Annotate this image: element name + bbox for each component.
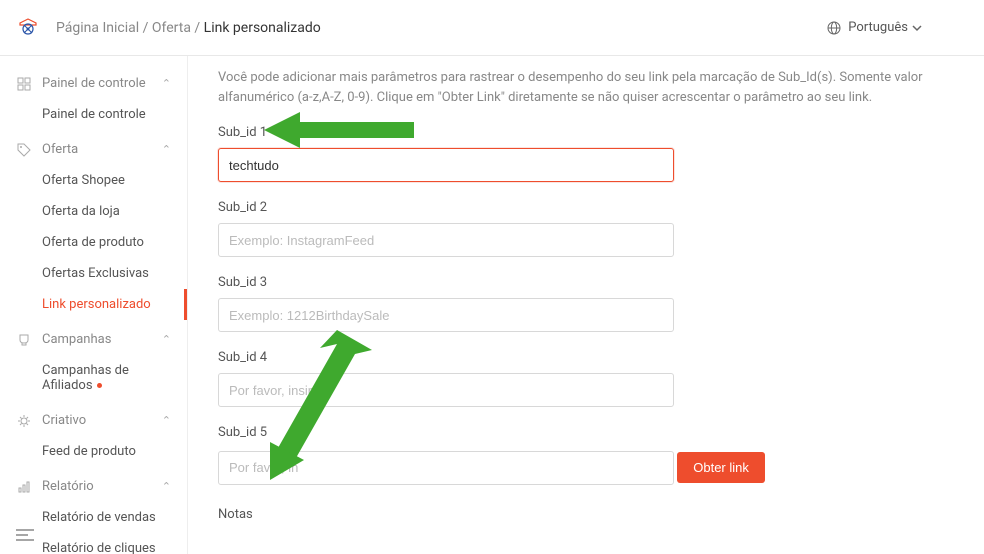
breadcrumb-current: Link personalizado [204,20,321,36]
subid4-input[interactable] [218,373,674,407]
breadcrumb: Página Inicial / Oferta / Link personali… [56,20,826,36]
subid5-label: Sub_id 5 [218,425,924,440]
nav-item-product-feed[interactable]: Feed de produto [0,436,187,467]
app-logo [16,16,40,40]
nav-item-custom-link[interactable]: Link personalizado [0,289,187,320]
notification-dot-icon [97,383,102,388]
dashboard-icon [16,77,32,91]
description-text: Você pode adicionar mais parâmetros para… [218,68,924,107]
nav-group-dashboard[interactable]: Painel de controle ⌃ [0,68,187,99]
language-selector[interactable]: Português [826,20,928,36]
chevron-up-icon: ⌃ [162,143,171,156]
sidebar: Painel de controle ⌃ Painel de controle … [0,56,188,554]
nav-group-creative[interactable]: Criativo ⌃ [0,405,187,436]
main-content: Você pode adicionar mais parâmetros para… [188,56,984,554]
nav-item-offer-exclusive[interactable]: Ofertas Exclusivas [0,258,187,289]
subid1-label: Sub_id 1 [218,125,924,140]
breadcrumb-home[interactable]: Página Inicial [56,20,139,36]
gear-icon [16,414,32,428]
nav-item-affiliate-campaigns[interactable]: Campanhas de Afiliados [0,355,187,401]
subid5-input[interactable] [218,451,674,485]
chart-icon [16,480,32,494]
sidebar-collapse-button[interactable] [16,528,34,546]
chevron-up-icon: ⌃ [162,333,171,346]
language-label: Português [848,20,908,35]
nav-item-offer-store[interactable]: Oferta da loja [0,196,187,227]
globe-icon [826,20,842,36]
breadcrumb-offer[interactable]: Oferta [152,20,191,36]
nav-group-campaigns[interactable]: Campanhas ⌃ [0,324,187,355]
nav-item-offer-shopee[interactable]: Oferta Shopee [0,165,187,196]
tag-icon [16,143,32,157]
chevron-up-icon: ⌃ [162,480,171,493]
nav-group-report[interactable]: Relatório ⌃ [0,471,187,502]
header: Página Inicial / Oferta / Link personali… [0,0,984,56]
subid2-input[interactable] [218,223,674,257]
chevron-up-icon: ⌃ [162,77,171,90]
chevron-up-icon: ⌃ [162,414,171,427]
nav-item-dashboard[interactable]: Painel de controle [0,99,187,130]
collapse-icon [16,528,34,542]
subid3-input[interactable] [218,298,674,332]
nav-item-offer-product[interactable]: Oferta de produto [0,227,187,258]
trophy-icon [16,333,32,347]
subid2-label: Sub_id 2 [218,200,924,215]
subid4-label: Sub_id 4 [218,350,924,365]
subid3-label: Sub_id 3 [218,275,924,290]
subid1-input[interactable] [218,148,674,182]
get-link-button[interactable]: Obter link [677,452,765,483]
nav-group-offer[interactable]: Oferta ⌃ [0,134,187,165]
notes-label: Notas [218,507,924,522]
chevron-down-icon [912,23,922,33]
